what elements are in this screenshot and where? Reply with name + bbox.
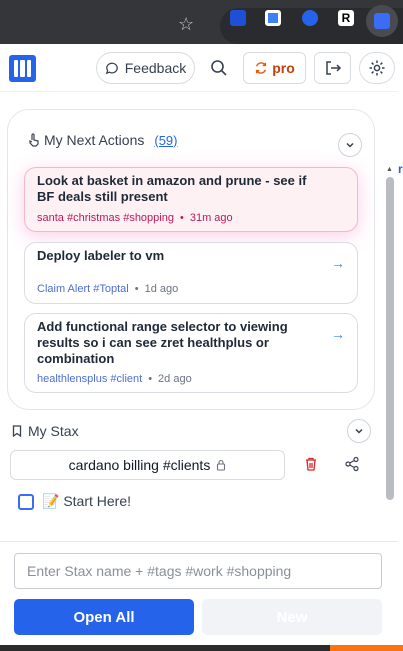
stax-item-button[interactable]: cardano billing #clients	[10, 450, 285, 480]
action-meta: santa #christmas #shopping • 31m ago	[37, 212, 233, 224]
action-item[interactable]: Deploy labeler to vm → Claim Alert #Topt…	[24, 242, 358, 304]
popup-footer: Open All New	[0, 541, 398, 645]
action-tags: santa #christmas #shopping	[37, 212, 174, 224]
popup-content: My Next Actions (59) Look at basket in a…	[0, 93, 398, 538]
active-extension-button[interactable]	[366, 5, 398, 37]
extension-gear-icon[interactable]	[302, 10, 318, 26]
logout-icon	[325, 61, 341, 75]
meta-separator: •	[134, 283, 139, 295]
chat-bubble-icon	[105, 62, 118, 75]
popup-header: Feedback pro	[0, 44, 398, 92]
action-item[interactable]: Add functional range selector to viewing…	[24, 313, 358, 393]
action-meta: healthlensplus #client • 2d ago	[37, 373, 192, 385]
collapse-actions-button[interactable]	[338, 133, 362, 157]
action-tags: Claim Alert #Toptal	[37, 283, 129, 295]
next-actions-card: My Next Actions (59) Look at basket in a…	[7, 109, 375, 410]
app-logo	[9, 55, 36, 82]
page-background: r	[398, 44, 403, 651]
scrollbar-thumb[interactable]	[386, 177, 394, 500]
browser-toolbar: ☆ R	[0, 0, 403, 44]
stax-extension-icon	[374, 13, 390, 29]
page-edge-text: r	[398, 162, 403, 176]
action-age: 2d ago	[158, 373, 192, 385]
meta-separator: •	[179, 212, 184, 224]
stax-item-label: cardano billing #clients	[68, 457, 211, 473]
scroll-up-icon[interactable]: ▲	[386, 166, 393, 173]
start-here-row: 📝 Start Here!	[18, 493, 131, 510]
action-title: Look at basket in amazon and prune - see…	[37, 173, 307, 204]
action-age: 31m ago	[189, 212, 233, 224]
extension-popup: Feedback pro My Next Actions (59) Look a…	[0, 44, 398, 645]
extension-shield-icon[interactable]	[230, 10, 246, 26]
action-title: Deploy labeler to vm	[37, 248, 165, 263]
stax-name-input[interactable]	[14, 553, 382, 589]
logout-button[interactable]	[314, 52, 351, 84]
settings-button[interactable]	[359, 52, 395, 84]
action-tags: healthlensplus #client	[37, 373, 143, 385]
meta-separator: •	[148, 373, 153, 385]
collapse-stax-button[interactable]	[347, 419, 371, 443]
pro-button[interactable]: pro	[243, 52, 306, 84]
action-title: Add functional range selector to viewing…	[37, 319, 288, 366]
start-here-checkbox[interactable]	[18, 493, 34, 510]
lock-icon	[217, 459, 226, 471]
pro-label: pro	[272, 60, 295, 76]
search-button[interactable]	[209, 58, 229, 78]
chevron-down-icon	[346, 142, 354, 148]
next-actions-heading: My Next Actions (59)	[28, 132, 178, 148]
bookmark-star-icon[interactable]: ☆	[178, 14, 194, 35]
share-stax-button[interactable]	[344, 456, 360, 477]
refresh-icon	[256, 62, 267, 74]
arrow-right-icon[interactable]: →	[331, 326, 345, 342]
feedback-label: Feedback	[124, 60, 187, 76]
share-icon	[345, 456, 359, 472]
search-icon	[211, 60, 227, 76]
page-bottom-strip	[330, 645, 403, 651]
action-item[interactable]: Look at basket in amazon and prune - see…	[24, 167, 358, 232]
action-age: 1d ago	[144, 283, 179, 295]
next-actions-title: My Next Actions	[44, 132, 145, 148]
trash-icon	[306, 457, 316, 471]
pointer-hand-icon	[29, 133, 39, 147]
chevron-down-icon	[355, 428, 363, 434]
extension-circle-icon[interactable]	[265, 10, 281, 26]
start-here-label[interactable]: 📝 Start Here!	[42, 493, 131, 510]
my-stax-heading: My Stax	[12, 423, 79, 439]
next-actions-count[interactable]: (59)	[154, 133, 177, 148]
delete-stax-button[interactable]	[303, 456, 319, 477]
my-stax-title: My Stax	[28, 423, 79, 439]
gear-icon	[369, 60, 385, 76]
extension-r-icon[interactable]: R	[338, 10, 354, 26]
arrow-right-icon[interactable]: →	[331, 255, 345, 271]
new-stax-button[interactable]: New	[202, 599, 382, 635]
feedback-button[interactable]: Feedback	[96, 52, 195, 84]
open-all-button[interactable]: Open All	[14, 599, 194, 635]
action-meta: Claim Alert #Toptal • 1d ago	[37, 283, 178, 295]
bookmark-icon	[12, 425, 22, 437]
